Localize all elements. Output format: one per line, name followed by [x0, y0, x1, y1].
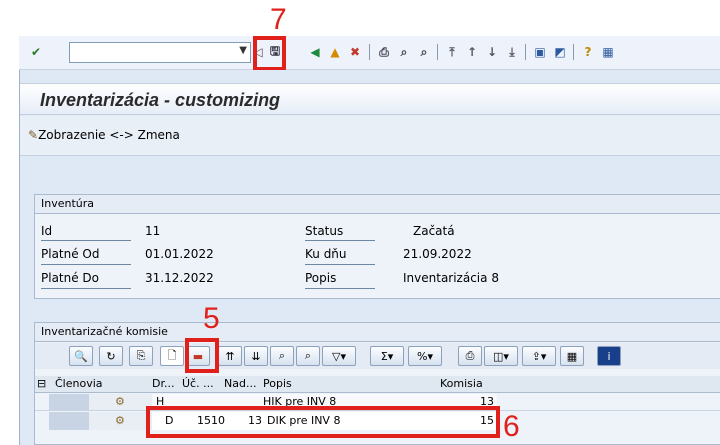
find-icon[interactable]: ⌕: [270, 346, 294, 366]
print-icon[interactable]: ⎙: [458, 346, 482, 366]
col-members[interactable]: Členovia: [55, 377, 103, 390]
inventura-box-title: Inventúra: [35, 195, 720, 214]
system-toolbar: ✔ ▼ ◁ 🖫 ◀ ▲ ✖ ⎙ ⌕ ⌕ ⤒ ↑ ↓ ⤓ ▣ ◩ ? ▦: [19, 36, 720, 70]
status-value: Začatá: [413, 224, 455, 238]
select-all-icon[interactable]: ⊟: [37, 377, 46, 390]
command-field[interactable]: ▼: [69, 42, 251, 63]
table-header: ⊟ Členovia Dr... Úč. ... Nad... Popis Ko…: [35, 376, 720, 393]
description-value: Inventarizácia 8: [403, 271, 499, 285]
id-label: Id: [41, 224, 53, 238]
layout-icon[interactable]: ▦: [560, 346, 584, 366]
back-icon[interactable]: ◀: [306, 43, 324, 61]
annotation-box-save: [253, 36, 286, 71]
filter-icon[interactable]: ▽▾: [322, 346, 356, 366]
new-session-icon[interactable]: ▣: [531, 43, 549, 61]
valid-to-label: Platné Do: [41, 271, 100, 285]
col-commission[interactable]: Komisia: [440, 377, 483, 390]
display-change-button[interactable]: ✎Zobrazenie <-> Zmena: [28, 128, 180, 142]
valid-to-value: 31.12.2022: [145, 271, 214, 285]
chevron-down-icon[interactable]: ▼: [239, 45, 247, 56]
cancel-icon[interactable]: ✖: [346, 43, 364, 61]
status-label: Status: [305, 224, 344, 238]
as-of-value: 21.09.2022: [403, 247, 472, 261]
find-icon[interactable]: ⌕: [395, 43, 413, 61]
subtotal-icon[interactable]: %▾: [408, 346, 442, 366]
previous-page-icon[interactable]: ↑: [463, 43, 481, 61]
col-superior[interactable]: Nad...: [224, 377, 256, 390]
page-title: Inventarizácia - customizing: [40, 90, 281, 110]
views-icon[interactable]: ◫▾: [484, 346, 518, 366]
refresh-icon[interactable]: ↻: [99, 346, 123, 366]
valid-from-value: 01.01.2022: [145, 247, 214, 261]
info-icon[interactable]: i: [597, 346, 621, 366]
shortcut-icon[interactable]: ◩: [551, 43, 569, 61]
sort-descending-icon[interactable]: ⇊: [244, 346, 268, 366]
enter-icon[interactable]: ✔: [27, 43, 45, 61]
application-toolbar: ✎Zobrazenie <-> Zmena: [20, 116, 720, 156]
col-account[interactable]: Úč. ...: [182, 377, 214, 390]
create-row-icon[interactable]: 🗋: [160, 346, 184, 366]
annotation-box-create: [185, 338, 219, 373]
annotation-box-row: [146, 406, 500, 438]
members-icon[interactable]: ⚙: [115, 395, 125, 408]
annotation-5: 5: [203, 302, 220, 335]
members-icon[interactable]: ⚙: [115, 414, 125, 427]
layout-icon[interactable]: ▦: [599, 43, 617, 61]
inventura-box: Inventúra Id 11 Status Začatá Platné Od …: [34, 194, 720, 299]
col-description[interactable]: Popis: [263, 377, 292, 390]
copy-icon[interactable]: ⎘: [129, 346, 153, 366]
find-next-icon[interactable]: ⌕: [296, 346, 320, 366]
title-bar: Inventarizácia - customizing: [20, 83, 720, 115]
print-icon[interactable]: ⎙: [375, 43, 393, 61]
first-page-icon[interactable]: ⤒: [443, 43, 461, 61]
export-icon[interactable]: ⇪▾: [522, 346, 556, 366]
display-change-label: Zobrazenie <-> Zmena: [38, 128, 180, 142]
annotation-6: 6: [503, 410, 520, 443]
last-page-icon[interactable]: ⤓: [503, 43, 521, 61]
help-icon[interactable]: ?: [579, 43, 597, 61]
as-of-label: Ku dňu: [305, 247, 347, 261]
description-label: Popis: [305, 271, 337, 285]
exit-icon[interactable]: ▲: [326, 43, 344, 61]
details-icon[interactable]: 🔍: [69, 346, 93, 366]
col-type[interactable]: Dr...: [152, 377, 174, 390]
sum-icon[interactable]: Σ▾: [370, 346, 404, 366]
commission-box-title: Inventarizačné komisie: [35, 323, 720, 342]
pencil-glasses-icon: ✎: [28, 128, 39, 142]
find-next-icon[interactable]: ⌕: [415, 43, 433, 61]
next-page-icon[interactable]: ↓: [483, 43, 501, 61]
id-value: 11: [145, 224, 161, 238]
valid-from-label: Platné Od: [41, 247, 100, 261]
annotation-7: 7: [270, 3, 287, 36]
main-area: Inventarizácia - customizing ✎Zobrazenie…: [19, 70, 720, 445]
sort-ascending-icon[interactable]: ⇈: [218, 346, 242, 366]
